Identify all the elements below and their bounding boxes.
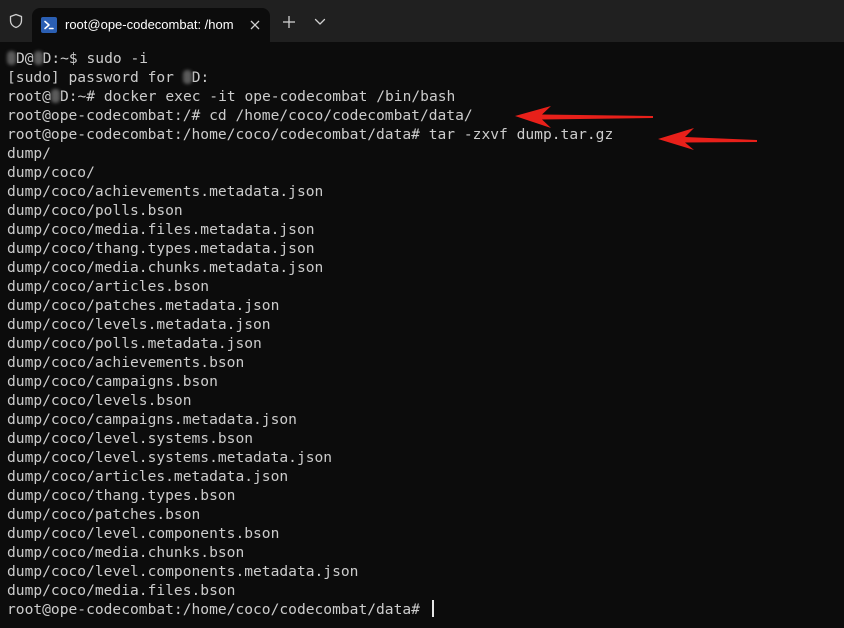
terminal-line: dump/coco/achievements.bson xyxy=(7,353,613,372)
terminal-line: dump/coco/media.chunks.bson xyxy=(7,543,613,562)
terminal-text: dump/coco/level.systems.metadata.json xyxy=(7,449,333,466)
terminal-line: dump/coco/level.components.metadata.json xyxy=(7,562,613,581)
tab-active[interactable]: root@ope-codecombat: /hom xyxy=(32,8,270,42)
terminal-text: dump/coco/achievements.bson xyxy=(7,354,245,371)
terminal-text: D: xyxy=(191,69,210,86)
terminal-lines: D@ D:~$ sudo -i [sudo] password for D: root… xyxy=(7,49,613,619)
tab-title: root@ope-codecombat: /hom xyxy=(65,17,234,32)
terminal-text: dump/coco/articles.metadata.json xyxy=(7,468,289,485)
terminal-text: root@ope-codecombat:/home/coco/codecomba… xyxy=(7,126,614,143)
terminal-line: dump/coco/achievements.metadata.json xyxy=(7,182,613,201)
terminal-text: dump/coco/articles.bson xyxy=(7,278,210,295)
terminal-text: root@ope-codecombat:/# cd /home/coco/cod… xyxy=(7,107,473,124)
shield-icon[interactable] xyxy=(8,13,24,29)
powershell-icon xyxy=(41,17,57,33)
terminal-text: dump/coco/patches.bson xyxy=(7,506,201,523)
terminal-text: root@ope-codecombat:/home/coco/codecomba… xyxy=(7,601,429,618)
terminal-line: dump/coco/ xyxy=(7,163,613,182)
terminal-window: root@ope-codecombat: /hom D@ D:~$ sudo -i… xyxy=(0,0,844,628)
terminal-line: dump/coco/campaigns.metadata.json xyxy=(7,410,613,429)
terminal-line: dump/coco/media.files.bson xyxy=(7,581,613,600)
terminal-text: dump/coco/level.components.bson xyxy=(7,525,280,542)
terminal-line: dump/coco/thang.types.bson xyxy=(7,486,613,505)
close-icon[interactable] xyxy=(247,17,263,33)
redacted-text xyxy=(50,89,60,103)
terminal-text: dump/coco/polls.metadata.json xyxy=(7,335,262,352)
terminal-text: root@ xyxy=(7,88,51,105)
terminal-line: dump/coco/patches.bson xyxy=(7,505,613,524)
terminal-line: dump/coco/levels.bson xyxy=(7,391,613,410)
terminal-text: D:~$ sudo -i xyxy=(42,50,149,67)
terminal-text: dump/coco/media.files.metadata.json xyxy=(7,221,315,238)
title-bar: root@ope-codecombat: /hom xyxy=(0,0,844,42)
terminal-line: dump/coco/level.components.bson xyxy=(7,524,613,543)
terminal-text: dump/coco/ xyxy=(7,164,95,181)
terminal-line: root@ D:~# docker exec -it ope-codecombat… xyxy=(7,87,613,106)
terminal-text: dump/coco/media.chunks.metadata.json xyxy=(7,259,324,276)
annotation-arrow xyxy=(658,128,757,150)
annotation-arrow xyxy=(515,106,653,128)
terminal-output[interactable]: D@ D:~$ sudo -i [sudo] password for D: root… xyxy=(0,42,844,628)
terminal-line: dump/coco/level.systems.metadata.json xyxy=(7,448,613,467)
redacted-text xyxy=(182,70,192,84)
terminal-text: dump/coco/campaigns.bson xyxy=(7,373,218,390)
terminal-line: [sudo] password for D: xyxy=(7,68,613,87)
terminal-text: dump/coco/media.chunks.bson xyxy=(7,544,245,561)
terminal-line: D@ D:~$ sudo -i xyxy=(7,49,613,68)
terminal-text: dump/coco/levels.metadata.json xyxy=(7,316,271,333)
terminal-line: dump/coco/thang.types.metadata.json xyxy=(7,239,613,258)
chevron-down-icon[interactable] xyxy=(314,18,326,26)
terminal-text: dump/coco/polls.bson xyxy=(7,202,183,219)
terminal-line: dump/coco/articles.metadata.json xyxy=(7,467,613,486)
terminal-text: dump/coco/campaigns.metadata.json xyxy=(7,411,297,428)
terminal-line: dump/coco/articles.bson xyxy=(7,277,613,296)
terminal-text: dump/ xyxy=(7,145,51,162)
redacted-text xyxy=(33,51,43,65)
terminal-text: dump/coco/levels.bson xyxy=(7,392,192,409)
terminal-line: dump/coco/campaigns.bson xyxy=(7,372,613,391)
terminal-text: dump/coco/thang.types.bson xyxy=(7,487,236,504)
terminal-text: dump/coco/level.components.metadata.json xyxy=(7,563,359,580)
terminal-line: dump/coco/polls.bson xyxy=(7,201,613,220)
terminal-line: dump/coco/media.chunks.metadata.json xyxy=(7,258,613,277)
terminal-text: D@ xyxy=(16,50,34,67)
terminal-text: dump/coco/thang.types.metadata.json xyxy=(7,240,315,257)
terminal-line: dump/coco/patches.metadata.json xyxy=(7,296,613,315)
terminal-line: dump/ xyxy=(7,144,613,163)
terminal-line: dump/coco/levels.metadata.json xyxy=(7,315,613,334)
terminal-text: dump/coco/achievements.metadata.json xyxy=(7,183,324,200)
terminal-text: dump/coco/level.systems.bson xyxy=(7,430,254,447)
plus-icon[interactable] xyxy=(282,15,296,29)
terminal-line: dump/coco/level.systems.bson xyxy=(7,429,613,448)
terminal-line: dump/coco/polls.metadata.json xyxy=(7,334,613,353)
terminal-text: [sudo] password for xyxy=(7,69,183,86)
terminal-line: root@ope-codecombat:/home/coco/codecomba… xyxy=(7,600,613,619)
terminal-text: D:~# docker exec -it ope-codecombat /bin… xyxy=(59,88,456,105)
terminal-text: dump/coco/media.files.bson xyxy=(7,582,236,599)
terminal-text: dump/coco/patches.metadata.json xyxy=(7,297,280,314)
text-cursor xyxy=(431,600,434,617)
terminal-line: dump/coco/media.files.metadata.json xyxy=(7,220,613,239)
redacted-text xyxy=(7,51,16,65)
